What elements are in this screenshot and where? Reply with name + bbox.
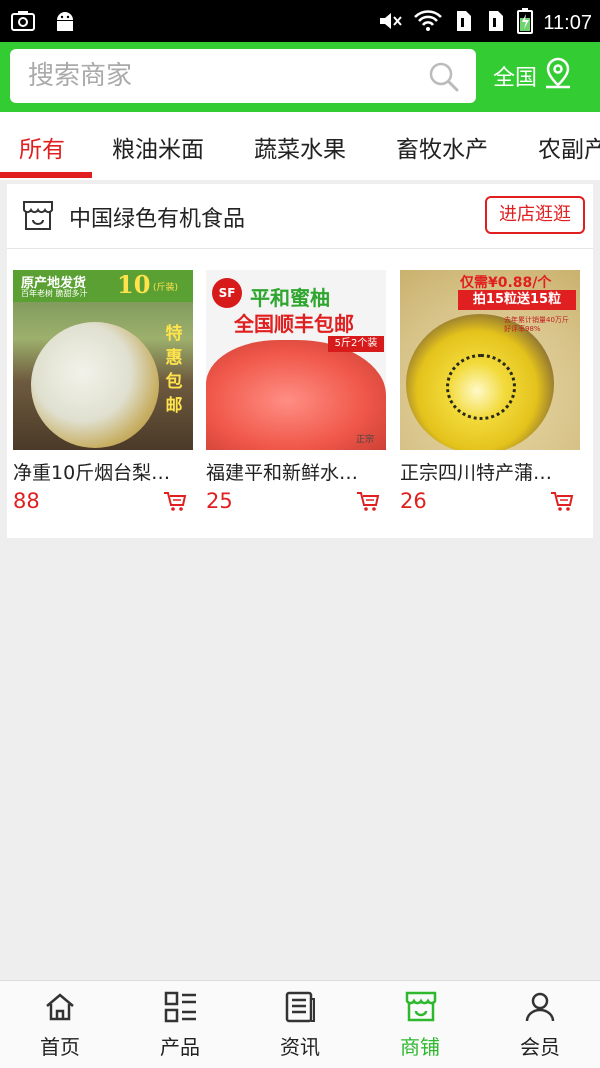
sf-logo: SF	[212, 278, 242, 308]
tab-livestock-aquatic[interactable]: 畜牧水产	[396, 130, 488, 164]
nav-label: 会员	[520, 1035, 560, 1059]
cart-icon[interactable]	[550, 491, 574, 517]
tab-all[interactable]: 所有	[19, 130, 65, 164]
mute-icon	[377, 9, 403, 37]
image-text-notes: 去年累计销量40万斤 好评率98%	[504, 316, 569, 333]
sim1-icon	[453, 9, 475, 37]
status-time: 11:07	[543, 11, 592, 34]
image-text-tag: 5斤2个装	[328, 336, 384, 352]
product-card[interactable]: 仅需¥0.88/个 拍15粒送15粒 去年累计销量40万斤 好评率98% 正宗四…	[400, 270, 580, 517]
bottom-nav: 首页 产品 资讯 商铺 会员	[0, 980, 600, 1068]
status-bar: 11:07	[0, 0, 600, 42]
member-icon	[524, 991, 556, 1027]
news-icon	[284, 991, 316, 1027]
product-title[interactable]: 正宗四川特产蒲…	[400, 458, 580, 485]
product-card[interactable]: SF 平和蜜柚 全国顺丰包邮 5斤2个装 正宗 福建平和新鲜水… 25	[206, 270, 386, 517]
sim2-icon	[485, 9, 507, 37]
home-icon	[44, 991, 76, 1027]
tab-grain-oil[interactable]: 粮油米面	[112, 130, 204, 164]
nav-label: 资讯	[280, 1035, 320, 1059]
product-image[interactable]: 原产地发货 百年老树 脆甜多汁 10 (斤装) 特 惠 包 邮	[13, 270, 193, 450]
nav-item-stores[interactable]: 商铺	[360, 981, 480, 1068]
product-image[interactable]: 仅需¥0.88/个 拍15粒送15粒 去年累计销量40万斤 好评率98%	[400, 270, 580, 450]
android-icon	[52, 9, 78, 37]
shop-name[interactable]: 中国绿色有机食品	[69, 201, 245, 233]
screenshot-icon	[10, 9, 36, 37]
image-text-line2: 百年老树 脆甜多汁	[21, 289, 88, 298]
kiwi-seeds	[446, 354, 516, 420]
product-card[interactable]: 原产地发货 百年老树 脆甜多汁 10 (斤装) 特 惠 包 邮 净重10斤烟台梨…	[13, 270, 193, 517]
nav-item-home[interactable]: 首页	[0, 981, 120, 1068]
product-grid-icon	[164, 991, 198, 1027]
tab-agricultural-byproducts[interactable]: 农副产	[538, 130, 600, 164]
product-price: 88	[13, 489, 40, 513]
nav-item-products[interactable]: 产品	[120, 981, 240, 1068]
product-title[interactable]: 净重10斤烟台梨…	[13, 458, 193, 485]
nav-label: 商铺	[400, 1035, 440, 1059]
image-vertical-text: 特 惠 包 邮	[165, 324, 183, 416]
shop-card: 中国绿色有机食品 进店逛逛 原产地发货 百年老树 脆甜多汁 10 (斤装) 特 …	[7, 184, 593, 538]
image-text-big: 10	[117, 270, 151, 299]
active-tab-indicator	[0, 172, 92, 178]
nav-label: 产品	[160, 1035, 200, 1059]
product-image[interactable]: SF 平和蜜柚 全国顺丰包邮 5斤2个装 正宗	[206, 270, 386, 450]
nav-item-member[interactable]: 会员	[480, 981, 600, 1068]
image-text-line2: 拍15粒送15粒	[458, 290, 576, 310]
search-icon[interactable]	[428, 61, 460, 97]
store-icon	[404, 991, 438, 1027]
image-text-line1: 仅需¥0.88/个	[460, 275, 552, 291]
location-pin-icon	[543, 56, 573, 96]
cart-icon[interactable]	[356, 491, 380, 517]
region-selector[interactable]: 全国	[493, 56, 573, 96]
product-price: 26	[400, 489, 427, 513]
search-input[interactable]	[28, 59, 408, 93]
category-tabs: 所有 粮油米面 蔬菜水果 畜牧水产 农副产	[0, 112, 600, 180]
region-label: 全国	[493, 66, 538, 91]
pear-illustration	[31, 322, 159, 448]
product-price: 25	[206, 489, 233, 513]
nav-label: 首页	[40, 1035, 80, 1059]
enter-shop-button[interactable]: 进店逛逛	[485, 196, 585, 234]
product-title[interactable]: 福建平和新鲜水…	[206, 458, 386, 485]
shop-icon	[21, 200, 55, 236]
image-text-unit: (斤装)	[153, 283, 179, 293]
image-text-line2: 全国顺丰包邮	[234, 312, 354, 336]
wifi-icon	[413, 9, 443, 37]
battery-charging-icon	[517, 8, 534, 38]
image-text-line1: 平和蜜柚	[250, 286, 330, 310]
tab-vegetable-fruit[interactable]: 蔬菜水果	[254, 130, 346, 164]
shop-header: 中国绿色有机食品 进店逛逛	[7, 184, 593, 249]
image-text-corner: 正宗	[356, 435, 375, 445]
search-box[interactable]	[10, 49, 476, 103]
cart-icon[interactable]	[163, 491, 187, 517]
nav-item-news[interactable]: 资讯	[240, 981, 360, 1068]
search-header: 全国	[0, 42, 600, 112]
